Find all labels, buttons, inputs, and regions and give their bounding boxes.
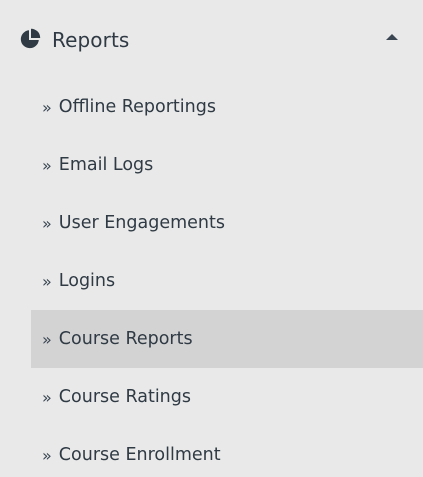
submenu-item-offline-reportings[interactable]: » Offline Reportings [31,78,423,136]
submenu-item-logins[interactable]: » Logins [31,252,423,310]
submenu-item-label: Course Enrollment [58,445,221,465]
submenu-item-course-enrollment[interactable]: » Course Enrollment [31,426,423,477]
submenu-item-email-logs[interactable]: » Email Logs [31,136,423,194]
submenu-item-label: Email Logs [58,155,154,175]
submenu-item-label: Course Ratings [58,387,191,407]
reports-submenu: » Offline Reportings » Email Logs » User… [31,78,423,477]
submenu-item-label: Offline Reportings [58,97,216,117]
submenu-item-label: Course Reports [58,329,193,349]
bullet-icon: » [42,387,52,407]
sidebar: Reports » Offline Reportings » Email Log… [0,0,423,477]
reports-section-label: Reports [52,28,130,52]
bullet-icon: » [42,271,52,291]
bullet-icon: » [42,445,52,465]
bullet-icon: » [42,155,52,175]
bullet-icon: » [42,97,52,117]
pie-chart-icon [19,28,41,50]
reports-section-header[interactable]: Reports [0,0,423,80]
submenu-item-label: User Engagements [58,213,225,233]
caret-up-icon[interactable] [386,34,398,40]
submenu-item-user-engagements[interactable]: » User Engagements [31,194,423,252]
submenu-item-course-ratings[interactable]: » Course Ratings [31,368,423,426]
bullet-icon: » [42,329,52,349]
submenu-item-label: Logins [58,271,116,291]
bullet-icon: » [42,213,52,233]
submenu-item-course-reports[interactable]: » Course Reports [31,310,423,368]
